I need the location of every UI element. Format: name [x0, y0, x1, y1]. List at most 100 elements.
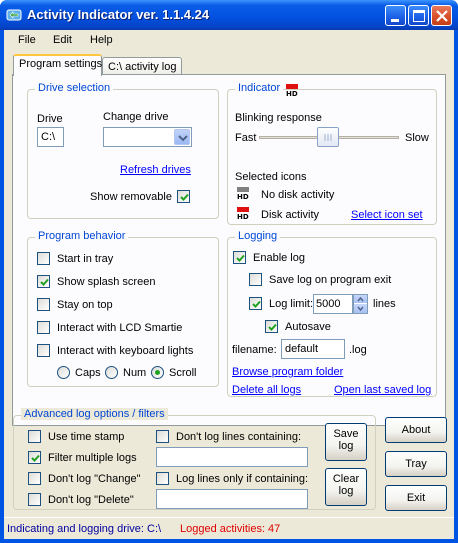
dont-log-containing-checkbox[interactable]	[156, 430, 169, 443]
hd-active-icon: HD	[286, 84, 298, 96]
hd-active-icon: HD	[237, 207, 249, 219]
maximize-button[interactable]	[408, 5, 429, 26]
autosave-checkbox[interactable]	[265, 320, 278, 333]
show-removable-checkbox[interactable]	[177, 190, 190, 203]
open-last-saved-log-link[interactable]: Open last saved log	[334, 384, 431, 396]
checkmark-icon	[252, 300, 261, 308]
no-disk-activity-label: No disk activity	[261, 189, 335, 201]
use-time-stamp-checkbox[interactable]	[28, 430, 41, 443]
grip-icon	[324, 134, 332, 141]
log-limit-label: Log limit:	[269, 298, 314, 310]
enable-log-checkbox[interactable]	[233, 251, 246, 264]
arrow-up-icon	[357, 296, 364, 302]
window-title: Activity Indicator ver. 1.1.4.24	[27, 7, 210, 22]
drive-field[interactable]: C:\	[37, 127, 64, 147]
log-limit-spinner[interactable]	[353, 294, 368, 314]
slider-thumb[interactable]	[317, 127, 339, 147]
keyboard-lights-label: Interact with keyboard lights	[57, 345, 194, 357]
indicator-group: Indicator HD Blinking response Fast Slow…	[227, 82, 437, 225]
blinking-response-label: Blinking response	[235, 112, 322, 124]
dont-log-delete-checkbox[interactable]	[28, 493, 41, 506]
slow-label: Slow	[405, 132, 429, 144]
status-bar: Indicating and logging drive: C:\ Logged…	[4, 517, 454, 539]
app-icon	[6, 9, 22, 21]
arrow-down-icon	[357, 306, 364, 312]
show-removable-label: Show removable	[90, 191, 172, 203]
close-button[interactable]	[431, 5, 452, 26]
blink-speed-slider[interactable]	[259, 126, 399, 148]
checkmark-icon	[31, 454, 40, 462]
checkmark-icon	[268, 323, 277, 331]
tab-program-settings[interactable]: Program settings	[13, 54, 102, 76]
exit-button[interactable]: Exit	[385, 485, 447, 511]
refresh-drives-link[interactable]: Refresh drives	[120, 164, 191, 176]
delete-all-logs-link[interactable]: Delete all logs	[232, 384, 301, 396]
filename-label: filename:	[232, 344, 277, 356]
lcd-smartie-checkbox[interactable]	[37, 321, 50, 334]
minimize-icon	[391, 19, 399, 22]
svg-text:HD: HD	[237, 213, 249, 219]
num-radio[interactable]	[105, 366, 118, 379]
status-logged-activities: Logged activities: 47	[180, 523, 281, 535]
svg-text:HD: HD	[286, 90, 298, 96]
client-area: File Edit Help Program settings C:\ acti…	[4, 30, 454, 539]
filter-multiple-logs-label: Filter multiple logs	[48, 452, 137, 464]
log-limit-input[interactable]: 5000	[313, 294, 353, 314]
enable-log-label: Enable log	[253, 252, 305, 264]
hd-idle-icon: HD	[237, 187, 249, 199]
program-behavior-title: Program behavior	[35, 230, 129, 242]
fast-label: Fast	[235, 132, 257, 144]
log-only-containing-checkbox[interactable]	[156, 472, 169, 485]
about-button[interactable]: About	[385, 417, 447, 443]
clear-log-label-line2: log	[338, 485, 354, 497]
maximize-icon	[413, 10, 425, 22]
autosave-label: Autosave	[285, 321, 331, 333]
advanced-log-options-group: Advanced log options / filters Use time …	[13, 408, 376, 510]
menu-edit[interactable]: Edit	[53, 34, 72, 46]
drive-label: Drive	[37, 113, 63, 125]
show-splash-screen-label: Show splash screen	[57, 276, 156, 288]
minimize-button[interactable]	[385, 5, 406, 26]
tray-button[interactable]: Tray	[385, 451, 447, 477]
spin-down-button[interactable]	[354, 304, 367, 313]
stay-on-top-checkbox[interactable]	[37, 298, 50, 311]
menu-help[interactable]: Help	[90, 34, 113, 46]
dont-log-containing-label: Don't log lines containing:	[176, 431, 302, 443]
save-on-exit-checkbox[interactable]	[249, 273, 262, 286]
log-limit-checkbox[interactable]	[249, 297, 262, 310]
dropdown-button[interactable]	[174, 129, 190, 145]
filter-multiple-logs-checkbox[interactable]	[28, 451, 41, 464]
start-in-tray-checkbox[interactable]	[37, 252, 50, 265]
keyboard-lights-checkbox[interactable]	[37, 344, 50, 357]
browse-program-folder-link[interactable]: Browse program folder	[232, 366, 343, 378]
scroll-label: Scroll	[169, 367, 197, 379]
menu-bar: File Edit Help	[4, 30, 454, 50]
program-settings-panel: Drive selection Drive C:\ Change drive R…	[12, 74, 446, 426]
checkmark-icon	[40, 278, 49, 286]
clear-log-button[interactable]: Clear log	[325, 468, 367, 506]
show-splash-screen-checkbox[interactable]	[37, 275, 50, 288]
menu-file[interactable]: File	[18, 34, 36, 46]
status-drive-text: Indicating and logging drive: C:\	[7, 523, 162, 535]
select-icon-set-link[interactable]: Select icon set	[351, 209, 423, 221]
save-on-exit-label: Save log on program exit	[269, 274, 392, 286]
app-window: Activity Indicator ver. 1.1.4.24 File Ed…	[0, 0, 458, 543]
spin-up-button[interactable]	[354, 295, 367, 304]
checkmark-icon	[180, 193, 189, 201]
dont-log-containing-input[interactable]	[156, 447, 308, 467]
caps-radio[interactable]	[57, 366, 70, 379]
log-extension-label: .log	[349, 344, 367, 356]
title-bar[interactable]: Activity Indicator ver. 1.1.4.24	[0, 0, 458, 30]
save-log-button[interactable]: Save log	[325, 423, 367, 461]
selected-icons-label: Selected icons	[235, 171, 307, 183]
program-behavior-group: Program behavior Start in tray Show spla…	[27, 230, 219, 387]
change-drive-select[interactable]	[103, 127, 192, 147]
start-in-tray-label: Start in tray	[57, 253, 114, 265]
log-only-containing-input[interactable]	[156, 489, 308, 509]
filename-input[interactable]: default	[281, 339, 345, 359]
scroll-radio[interactable]	[151, 366, 164, 379]
drive-selection-title: Drive selection	[35, 82, 114, 94]
lines-label: lines	[373, 298, 396, 310]
dont-log-change-checkbox[interactable]	[28, 472, 41, 485]
drive-selection-group: Drive selection Drive C:\ Change drive R…	[27, 82, 219, 219]
